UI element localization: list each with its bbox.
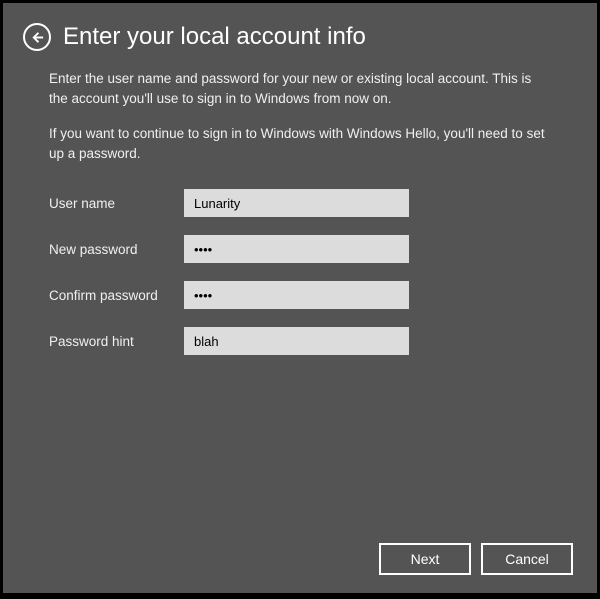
local-account-dialog: Enter your local account info Enter the … (3, 3, 597, 593)
page-title: Enter your local account info (63, 23, 366, 51)
header: Enter your local account info (3, 3, 597, 61)
password-hint-input[interactable] (184, 327, 409, 355)
description-text-2: If you want to continue to sign in to Wi… (49, 124, 551, 163)
cancel-button[interactable]: Cancel (481, 543, 573, 575)
back-arrow-icon (30, 30, 45, 45)
account-form: User name New password Confirm password … (49, 189, 551, 355)
new-password-input[interactable] (184, 235, 409, 263)
password-hint-label: Password hint (49, 334, 184, 349)
new-password-label: New password (49, 242, 184, 257)
body: Enter the user name and password for you… (3, 61, 597, 373)
username-label: User name (49, 196, 184, 211)
password-hint-row: Password hint (49, 327, 551, 355)
confirm-password-row: Confirm password (49, 281, 551, 309)
username-row: User name (49, 189, 551, 217)
footer-buttons: Next Cancel (379, 543, 573, 575)
confirm-password-input[interactable] (184, 281, 409, 309)
new-password-row: New password (49, 235, 551, 263)
next-button[interactable]: Next (379, 543, 471, 575)
username-input[interactable] (184, 189, 409, 217)
description-text-1: Enter the user name and password for you… (49, 69, 551, 108)
back-button[interactable] (23, 23, 51, 51)
confirm-password-label: Confirm password (49, 288, 184, 303)
